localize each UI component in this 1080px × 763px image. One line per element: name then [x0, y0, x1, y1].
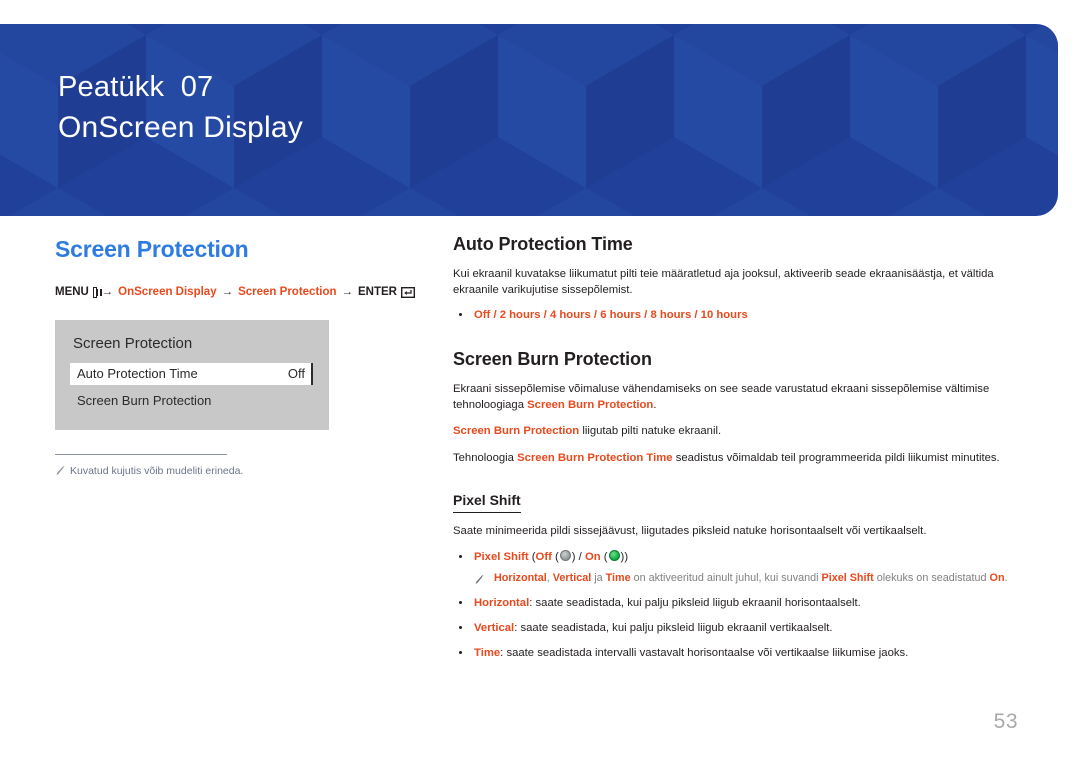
osd-row-auto-protection-time[interactable]: Auto Protection Time Off	[70, 363, 313, 385]
sbp-p2-text: liigutab pilti natuke ekraanil.	[579, 425, 722, 437]
osd-title: Screen Protection	[73, 335, 193, 352]
breadcrumb-menu-label: MENU	[55, 286, 89, 298]
sbp-p3-b: seadistus võimaldab teil programmeerida …	[672, 451, 1000, 464]
subnote-term-vertical: Vertical	[552, 571, 592, 584]
sep: /	[691, 309, 701, 321]
pixel-shift-term: Pixel Shift	[474, 550, 529, 563]
breadcrumb: MENU → OnScreen Display → Screen Protect…	[55, 284, 416, 300]
osd-preview: Screen Protection Auto Protection Time O…	[55, 320, 329, 430]
item-term-vertical: Vertical	[474, 621, 515, 634]
pixel-shift-heading-wrap: Pixel Shift	[453, 490, 1031, 513]
pixel-shift-subnote: Horizontal, Vertical ja Time on aktiveer…	[474, 571, 1031, 586]
breadcrumb-arrow-1: →	[101, 286, 114, 298]
breadcrumb-item-onscreen-display[interactable]: OnScreen Display	[118, 284, 216, 300]
toggle-on-label: On	[584, 550, 601, 563]
pixel-shift-list: Pixel Shift (Off () / On ()) Horizontal,…	[453, 549, 1031, 661]
note-divider	[55, 454, 227, 455]
chapter-line: Peatükk 07	[58, 68, 303, 106]
item-text-horizontal: : saate seadistada, kui palju piksleid l…	[529, 596, 861, 609]
subnote-term-on: On	[989, 571, 1005, 584]
breadcrumb-enter-label: ENTER	[358, 286, 397, 298]
option-2-hours: 2 hours	[499, 309, 541, 321]
sep: /	[540, 309, 550, 321]
sbp-p1-b: .	[653, 398, 657, 411]
breadcrumb-item-screen-protection[interactable]: Screen Protection	[238, 284, 336, 300]
auto-protection-time-options-list: Off / 2 hours / 4 hours / 6 hours / 8 ho…	[453, 307, 1031, 323]
subnote-mid-1: on aktiveeritud ainult juhul, kui suvand…	[630, 571, 822, 584]
toggle-off-icon	[559, 550, 571, 561]
subnote-term-pixel-shift: Pixel Shift	[821, 571, 874, 584]
sbp-p2-term: Screen Burn Protection	[453, 425, 580, 437]
page-title: Screen Protection	[55, 236, 249, 262]
option-off: Off	[474, 309, 491, 321]
sbp-p3-a: Tehnoloogia	[453, 451, 518, 464]
paragraph-sbp-2: Screen Burn Protection liigutab pilti na…	[453, 424, 1031, 440]
chapter-title: OnScreen Display	[58, 111, 303, 144]
toggle-on-icon	[608, 550, 620, 561]
list-item: Vertical: saate seadistada, kui palju pi…	[453, 620, 1031, 636]
heading-pixel-shift: Pixel Shift	[453, 490, 521, 513]
paren-close: )	[624, 550, 629, 563]
sbp-p1-term: Screen Burn Protection	[527, 398, 654, 411]
page-content: Screen Protection MENU → OnScreen Displa…	[0, 216, 1080, 763]
option-6-hours: 6 hours	[600, 309, 642, 321]
paragraph-sbp-1: Ekraani sissepõlemise võimaluse vähendam…	[453, 382, 1031, 413]
right-column: Auto Protection Time Kui ekraanil kuvata…	[453, 232, 1031, 661]
breadcrumb-arrow-3: →	[341, 286, 354, 298]
item-term-horizontal: Horizontal	[474, 596, 530, 609]
sep: /	[590, 309, 601, 321]
sep: /	[490, 309, 500, 321]
option-10-hours: 10 hours	[700, 309, 748, 321]
list-item: Pixel Shift (Off () / On ()) Horizontal,…	[453, 549, 1031, 586]
banner-text-block: Peatükk 07 OnScreen Display	[58, 68, 303, 149]
image-disclaimer-text: Kuvatud kujutis võib mudeliti erineda.	[70, 465, 244, 477]
heading-auto-protection-time: Auto Protection Time	[453, 234, 633, 254]
enter-icon	[400, 286, 416, 298]
sbp-p3-term: Screen Burn Protection Time	[517, 451, 673, 464]
item-text-vertical: : saate seadistada, kui palju piksleid l…	[514, 621, 833, 634]
chapter-number: 07	[180, 71, 214, 103]
subnote-term-time: Time	[605, 571, 631, 584]
subnote-sep-2: ja	[591, 571, 606, 584]
heading-screen-burn-protection: Screen Burn Protection	[453, 349, 652, 369]
osd-row-label: Auto Protection Time	[77, 366, 198, 381]
menu-icon	[92, 286, 102, 298]
pencil-icon	[55, 465, 65, 476]
toggle-off-label: Off	[535, 550, 552, 563]
left-column: Screen Protection MENU → OnScreen Displa…	[55, 234, 416, 478]
item-term-time: Time	[474, 646, 501, 659]
osd-row-screen-burn-protection[interactable]: Screen Burn Protection	[77, 392, 211, 410]
option-8-hours: 8 hours	[650, 309, 692, 321]
breadcrumb-arrow-2: →	[221, 286, 234, 298]
list-item: Off / 2 hours / 4 hours / 6 hours / 8 ho…	[453, 307, 1031, 323]
subnote-term-horizontal: Horizontal	[494, 571, 547, 584]
paragraph-pixel-shift-intro: Saate minimeerida pildi sissejäävust, li…	[453, 525, 927, 537]
subnote-end: .	[1004, 571, 1008, 584]
image-disclaimer-note: Kuvatud kujutis võib mudeliti erineda.	[55, 464, 415, 478]
paren-mid: ) /	[571, 550, 585, 563]
page-number: 53	[993, 710, 1018, 733]
subnote-mid-2: olekuks on seadistatud	[873, 571, 990, 584]
paragraph-sbp-3: Tehnoloogia Screen Burn Protection Time …	[453, 451, 1031, 467]
osd-row-value: Off	[287, 366, 305, 381]
chapter-banner: Peatükk 07 OnScreen Display	[0, 24, 1058, 216]
paren-open: (	[528, 550, 536, 563]
paragraph-auto-protection-time: Kui ekraanil kuvatakse liikumatut pilti …	[453, 268, 994, 296]
list-item: Time: saate seadistada intervalli vastav…	[453, 645, 1031, 661]
option-4-hours: 4 hours	[549, 309, 591, 321]
list-item: Horizontal: saate seadistada, kui palju …	[453, 595, 1031, 611]
chapter-label: Peatükk	[58, 71, 165, 103]
item-text-time: : saate seadistada intervalli vastavalt …	[500, 646, 909, 659]
pencil-icon	[474, 574, 484, 585]
